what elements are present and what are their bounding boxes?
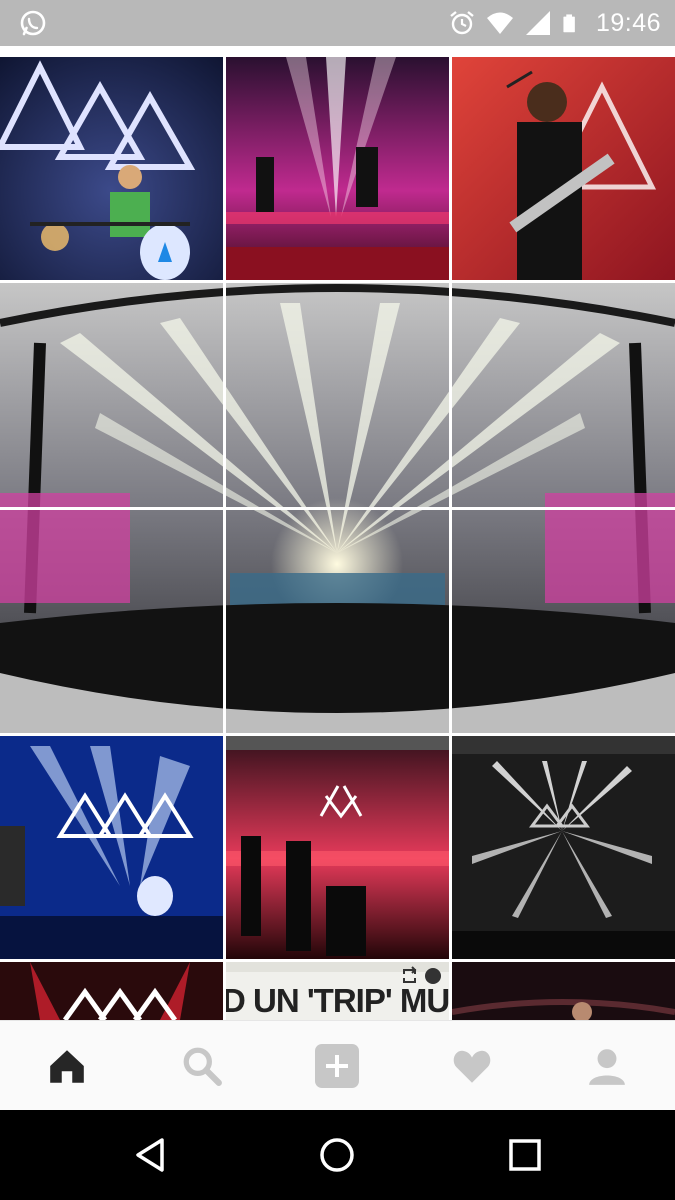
clock: 19:46 [595,8,661,37]
grid-divider [0,280,675,283]
post-thumbnail[interactable]: D UN 'TRIP' MUSI [226,962,449,1020]
home-icon [50,1050,84,1083]
grid-divider [223,57,226,1020]
post-thumbnail[interactable] [0,57,223,280]
nav-profile[interactable] [584,1043,630,1089]
heart-icon [453,1050,491,1083]
nav-search[interactable] [179,1043,225,1089]
grid-divider [0,733,675,736]
add-icon [315,1044,359,1088]
post-thumbnail[interactable] [452,736,675,959]
search-icon [183,1047,222,1086]
bottom-nav-bar [0,1020,675,1110]
nav-home[interactable] [44,1043,90,1089]
nav-activity[interactable] [449,1043,495,1089]
alarm-icon [450,11,474,35]
cell-signal-icon [525,11,550,35]
post-thumbnail[interactable] [226,736,449,959]
repost-icon [403,966,417,983]
status-gap [0,46,675,57]
status-bar: 19:46 [0,0,675,46]
battery-icon [563,14,575,33]
home-circle-icon[interactable] [317,1135,357,1175]
grid-divider [0,507,675,510]
whatsapp-icon [18,9,48,39]
post-thumbnail[interactable] [0,736,223,959]
nav-add[interactable] [314,1043,360,1089]
profile-icon [589,1049,625,1085]
system-nav-bar [0,1110,675,1200]
wifi-icon [486,12,513,34]
photo-grid[interactable]: D UN 'TRIP' MUSI [0,57,675,1020]
partial-headline: D UN 'TRIP' MUSI [226,982,449,1019]
post-thumbnail[interactable] [452,57,675,280]
post-thumbnail[interactable] [0,962,223,1020]
grid-divider [0,959,675,962]
post-thumbnail[interactable] [452,962,675,1020]
recents-icon[interactable] [505,1135,545,1175]
post-thumbnail[interactable] [226,57,449,280]
post-thumbnail-panorama[interactable] [0,283,675,733]
repost-badge [401,966,445,986]
avatar-icon [425,968,441,984]
grid-divider [449,57,452,1020]
back-icon[interactable] [130,1135,170,1175]
